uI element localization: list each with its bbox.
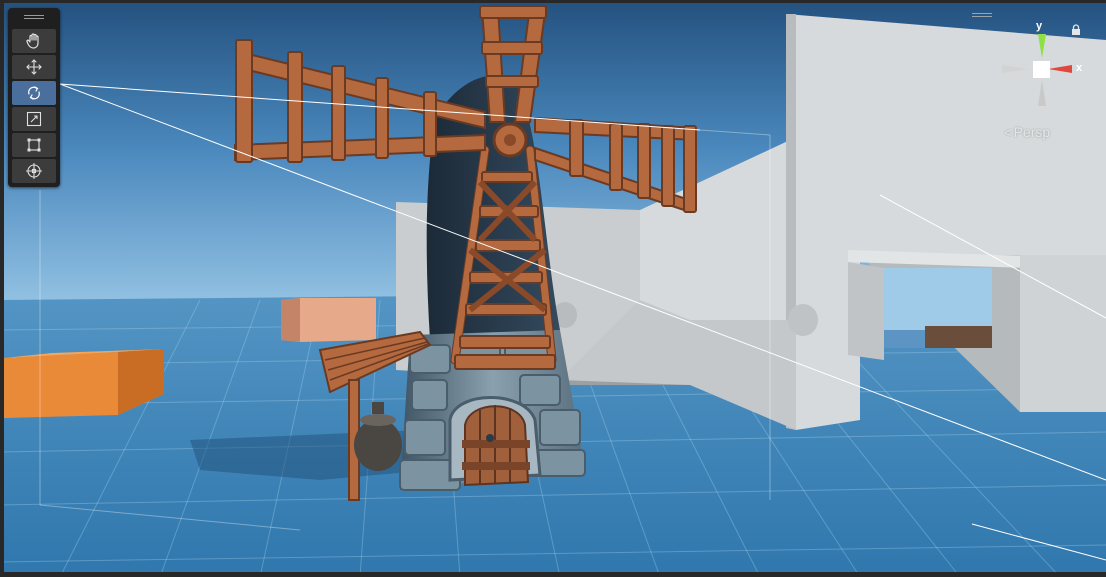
neg-x-axis-cone (1002, 65, 1028, 73)
overlay-grip[interactable] (24, 14, 44, 20)
y-axis-cone (1038, 34, 1046, 58)
x-axis-label: x (1076, 62, 1083, 74)
projection-toggle[interactable]: < Persp (1004, 124, 1050, 140)
rotate-tool-button[interactable] (12, 81, 56, 105)
move-tool-button[interactable] (12, 55, 56, 79)
x-axis-cone (1048, 65, 1072, 73)
gizmo-center-cube (1033, 61, 1050, 78)
viewport-border-bottom (0, 572, 1106, 577)
move-arrows-icon (26, 59, 42, 75)
axis-gizmo-icon[interactable] (990, 20, 1090, 120)
scale-tool-button[interactable] (12, 107, 56, 131)
scene-viewport[interactable]: y x < Persp (0, 0, 1106, 577)
tool-overlay[interactable] (8, 8, 60, 187)
rect-transform-icon (27, 138, 41, 152)
viewport-border-left (0, 0, 4, 577)
neg-y-axis-cone (1038, 80, 1046, 106)
y-axis-label: y (1036, 20, 1043, 32)
rect-tool-button[interactable] (12, 133, 56, 157)
transform-tool-button[interactable] (12, 159, 56, 183)
hand-icon (26, 33, 39, 49)
scale-icon (26, 111, 42, 127)
rotate-icon (28, 86, 40, 100)
distant-box (281, 298, 376, 342)
hand-tool-button[interactable] (12, 29, 56, 53)
scene-render[interactable] (0, 0, 1106, 577)
viewport-border-top (0, 0, 1106, 3)
orientation-gizmo[interactable]: y x (990, 20, 1090, 120)
gizmo-grip[interactable] (972, 13, 992, 18)
transform-icon (25, 162, 43, 180)
projection-label: Persp (1013, 124, 1051, 140)
projection-arrow-icon: < (1004, 124, 1012, 140)
